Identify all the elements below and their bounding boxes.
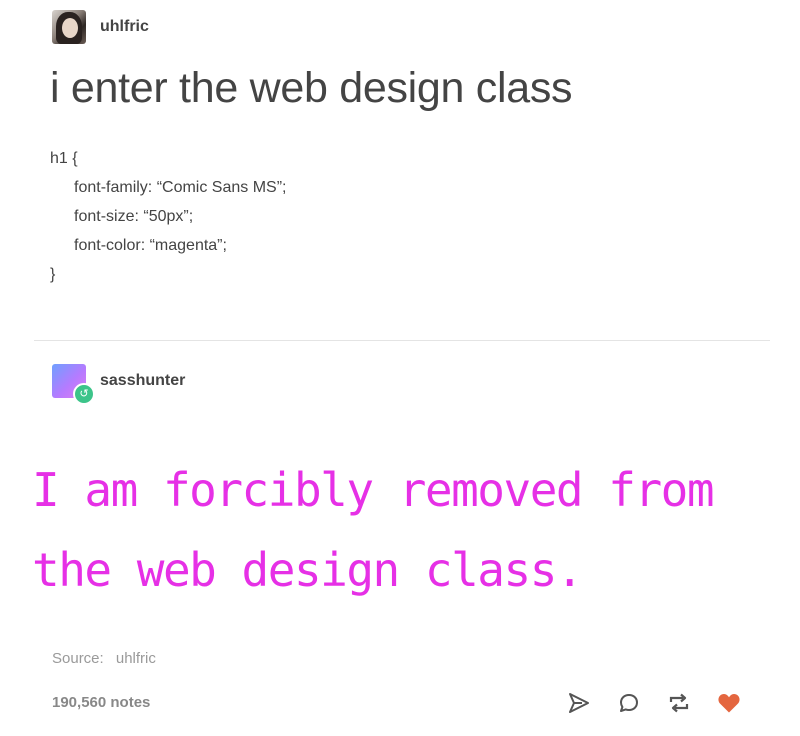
share-icon: [569, 693, 589, 713]
source-link[interactable]: uhlfric: [116, 650, 156, 667]
original-poster-row: uhlfric: [52, 10, 149, 44]
reply-text: I am forcibly removed from the web desig…: [32, 463, 715, 597]
avatar[interactable]: [52, 10, 86, 44]
source-attribution: Source: uhlfric: [52, 650, 156, 667]
avatar[interactable]: ↺: [52, 364, 95, 405]
like-button[interactable]: [716, 690, 742, 716]
reply-icon: [620, 694, 638, 712]
post-title: i enter the web design class: [50, 64, 573, 112]
reblog-button[interactable]: [666, 690, 692, 716]
post-actions: [566, 690, 742, 716]
code-line: font-color: “magenta”;: [74, 237, 227, 254]
tumblr-post: uhlfric i enter the web design class h1 …: [0, 0, 800, 736]
reblog-icon: [669, 693, 689, 713]
reply-button[interactable]: [616, 690, 642, 716]
code-snippet: h1 { font-family: “Comic Sans MS”; font-…: [50, 144, 286, 289]
code-close: }: [50, 266, 56, 283]
source-label: Source:: [52, 650, 104, 667]
like-icon: [718, 693, 740, 713]
divider: [34, 340, 770, 341]
reblog-badge-icon: ↺: [73, 383, 95, 405]
username[interactable]: uhlfric: [100, 18, 149, 36]
reblogger-row: ↺ sasshunter: [52, 364, 185, 405]
code-open: h1 {: [50, 150, 78, 167]
code-line: font-family: “Comic Sans MS”;: [74, 179, 287, 196]
username[interactable]: sasshunter: [100, 372, 185, 390]
notes-count[interactable]: 190,560 notes: [52, 694, 150, 711]
code-line: font-size: “50px”;: [74, 208, 194, 225]
share-button[interactable]: [566, 690, 592, 716]
